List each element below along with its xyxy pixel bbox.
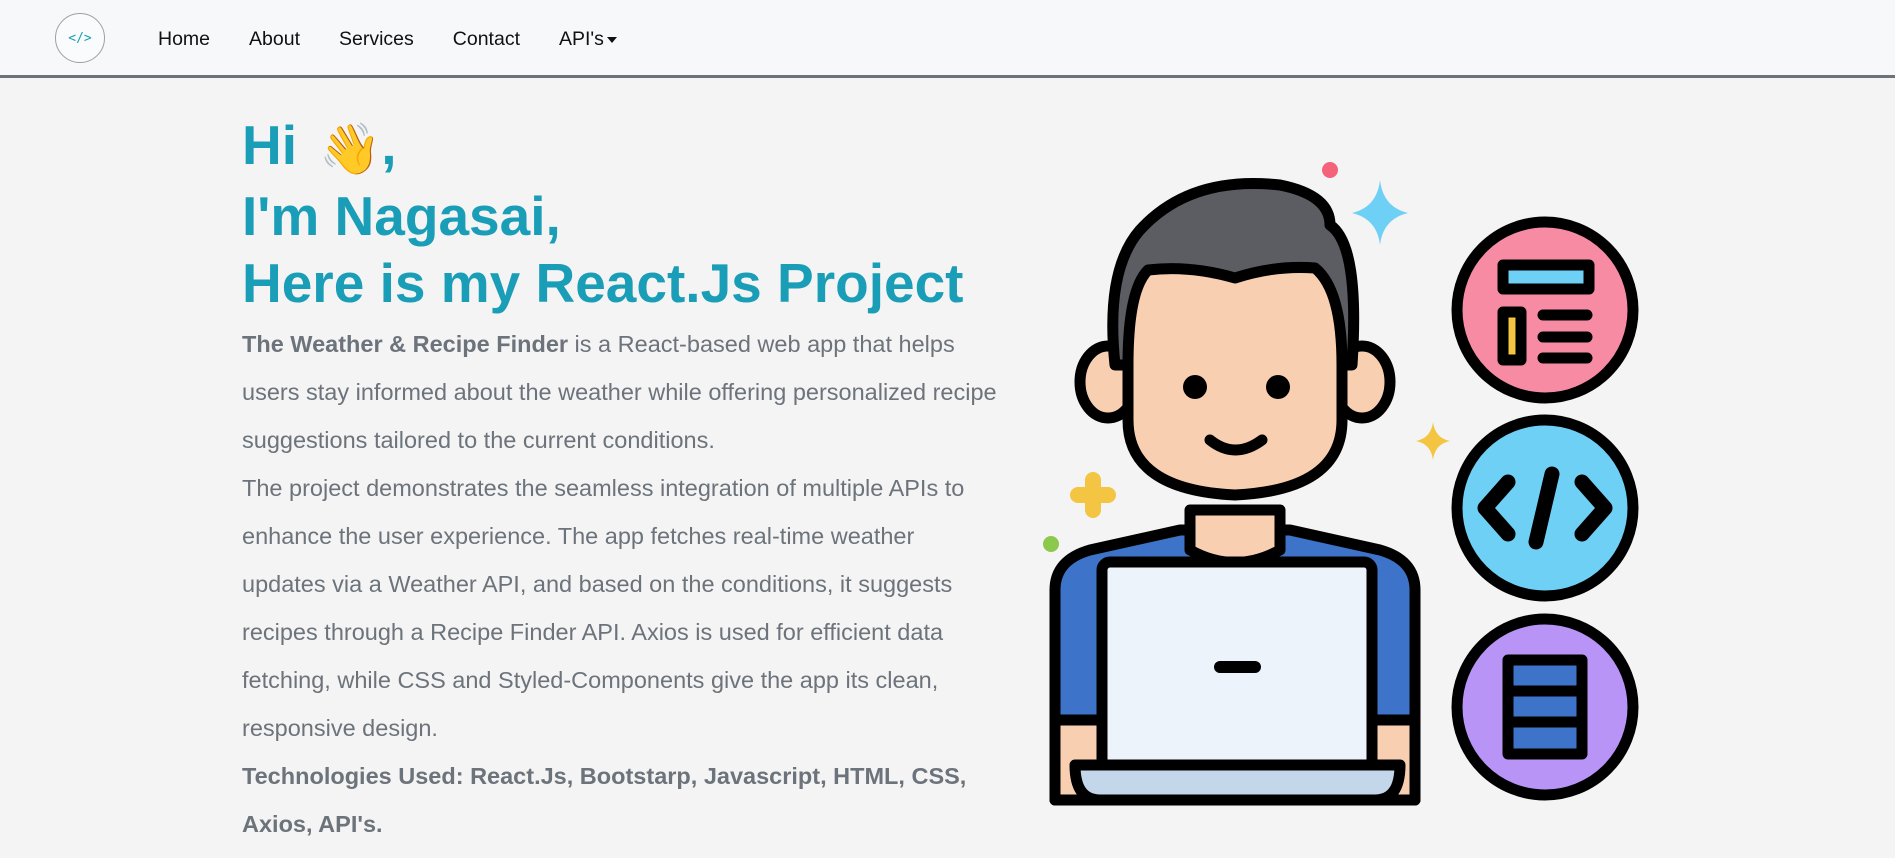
developer-at-laptop-illustration	[1043, 162, 1639, 806]
layout-icon	[1451, 216, 1639, 404]
code-icon	[1451, 414, 1639, 602]
nav-dropdown-apis[interactable]: API's	[559, 28, 617, 51]
nav-link-about[interactable]: About	[249, 28, 300, 51]
caret-down-icon	[606, 36, 617, 43]
nav-link-home[interactable]: Home	[158, 28, 210, 51]
yellow-plus-icon	[1070, 472, 1116, 518]
blue-sparkle-icon	[1352, 180, 1408, 245]
list-icon	[1451, 613, 1639, 801]
pink-dot-icon	[1322, 162, 1338, 178]
navbar: </> Home About Services Contact API's	[0, 0, 1895, 78]
logo-code-icon: </>	[68, 30, 92, 46]
logo[interactable]: </>	[55, 13, 105, 63]
project-heading: Here is my React.Js Project	[242, 252, 964, 314]
nav-dropdown-apis-label: API's	[558, 27, 604, 50]
project-name: The Weather & Recipe Finder	[242, 331, 569, 357]
name-heading: I'm Nagasai,	[242, 185, 561, 247]
details-paragraph: The project demonstrates the seamless in…	[242, 475, 965, 741]
technologies-line: Technologies Used: React.Js, Bootstarp, …	[242, 763, 967, 837]
waving-hand-icon: 👋	[319, 121, 382, 177]
greeting-text: Hi	[242, 114, 297, 176]
intro-paragraph: The Weather & Recipe Finder is a React-b…	[242, 320, 1002, 464]
green-dot-icon	[1043, 536, 1059, 552]
nav-links: Home About Services Contact API's	[158, 0, 656, 78]
nav-link-services[interactable]: Services	[339, 28, 414, 51]
greeting-comma: ,	[381, 114, 397, 176]
greeting-heading: Hi 👋,	[242, 112, 1002, 183]
nav-link-contact[interactable]: Contact	[453, 28, 520, 51]
hero-text: Hi 👋, I'm Nagasai, Here is my React.Js Pr…	[242, 112, 1002, 848]
yellow-sparkle-icon	[1416, 422, 1450, 460]
